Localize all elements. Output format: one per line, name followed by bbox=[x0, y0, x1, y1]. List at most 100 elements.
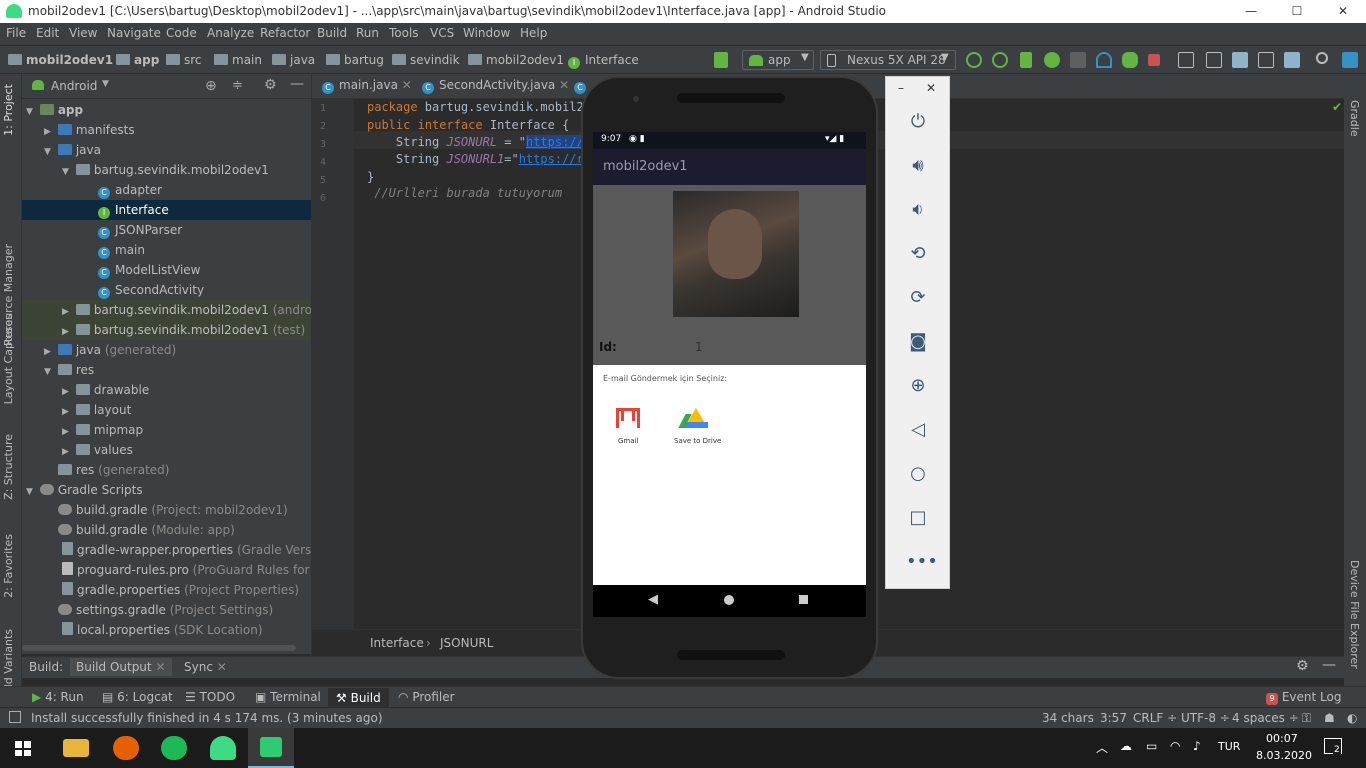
search-icon[interactable] bbox=[1316, 52, 1328, 64]
tree-item-package[interactable]: ▼ bartug.sevindik.mobil2odev1 bbox=[22, 160, 311, 180]
collapse-all-icon[interactable]: ≑ bbox=[232, 78, 243, 93]
menu-tools[interactable]: Tools bbox=[389, 26, 419, 40]
horizontal-scrollbar[interactable] bbox=[22, 645, 296, 651]
tab-build-output[interactable]: Build Output ✕ bbox=[70, 658, 172, 676]
tree-item-manifests[interactable]: ▶ manifests bbox=[22, 120, 311, 140]
menu-help[interactable]: Help bbox=[520, 26, 547, 40]
menu-navigate[interactable]: Navigate bbox=[107, 26, 161, 40]
tree-item-res[interactable]: ▼ res bbox=[22, 360, 311, 380]
indent-setting[interactable]: 4 spaces ÷ bbox=[1232, 711, 1299, 725]
close-tab-icon[interactable]: ✕ bbox=[217, 660, 227, 674]
line-separator[interactable]: CRLF ÷ bbox=[1133, 711, 1177, 725]
menu-view[interactable]: View bbox=[69, 26, 97, 40]
locate-icon[interactable]: ⊕ bbox=[205, 78, 217, 94]
hide-panel-icon[interactable]: — bbox=[1322, 657, 1336, 673]
tool-logcat[interactable]: ▤ 6: Logcat bbox=[102, 690, 173, 704]
close-tab-icon[interactable]: ✕ bbox=[559, 78, 569, 92]
menu-analyze[interactable]: Analyze bbox=[207, 26, 254, 40]
maximize-button[interactable]: ☐ bbox=[1274, 0, 1320, 23]
power-icon[interactable]: ⏻ bbox=[906, 111, 930, 133]
tab-build-variants[interactable]: ld Variants bbox=[2, 629, 15, 687]
phone-screen[interactable]: 9:07 ◉ ▮ ▾◢ ▮ mobil2odev1 Id: 1 E-mail G… bbox=[593, 132, 866, 617]
tree-item-app[interactable]: ▼ app bbox=[22, 100, 311, 120]
home-icon[interactable]: ○ bbox=[906, 463, 930, 485]
android-studio-taskbar-icon[interactable] bbox=[210, 736, 236, 760]
tree-item-build-gradle-module[interactable]: build.gradle (Module: app) bbox=[22, 520, 311, 540]
tab-device-file-explorer[interactable]: Device File Explorer bbox=[1348, 560, 1361, 669]
tab-main-java[interactable]: Cmain.java ✕ bbox=[322, 78, 412, 94]
spotify-icon[interactable] bbox=[161, 736, 187, 760]
tree-item-package-test[interactable]: ▶ bartug.sevindik.mobil2odev1 (test) bbox=[22, 320, 311, 340]
attach-debugger-icon[interactable] bbox=[1122, 52, 1138, 68]
caret-position[interactable]: 3:57 bbox=[1100, 711, 1127, 725]
make-project-icon[interactable] bbox=[714, 52, 728, 68]
stop-icon[interactable] bbox=[1148, 54, 1160, 66]
gear-icon[interactable]: ⚙ bbox=[264, 77, 277, 93]
tree-item-main[interactable]: Cmain bbox=[22, 240, 311, 260]
file-explorer-icon[interactable] bbox=[63, 739, 89, 757]
breadcrumb-interface[interactable]: Interface bbox=[370, 636, 424, 650]
menu-vcs[interactable]: VCS bbox=[430, 26, 454, 40]
tab-layout-captures[interactable]: Layout Captures bbox=[2, 314, 15, 404]
code-line-6[interactable]: //Urlleri burada tutuyorum bbox=[367, 186, 562, 200]
lock-icon[interactable]: ⚿ bbox=[1302, 711, 1311, 726]
menu-refactor[interactable]: Refactor bbox=[260, 26, 310, 40]
windows-start-icon[interactable] bbox=[15, 741, 31, 756]
tool-terminal[interactable]: ▣ Terminal bbox=[255, 690, 321, 704]
battery-icon[interactable]: ▭ bbox=[1146, 739, 1157, 753]
crumb-bartug[interactable]: bartug bbox=[326, 53, 384, 67]
close-button[interactable]: ✕ bbox=[1320, 0, 1366, 23]
chooser-option-drive[interactable]: Save to Drive bbox=[671, 405, 721, 450]
crumb-sevindik[interactable]: sevindik bbox=[392, 53, 460, 67]
breadcrumb-jsonurl[interactable]: JSONURL bbox=[440, 636, 493, 650]
event-log[interactable]: 9 Event Log bbox=[1266, 690, 1341, 705]
volume-down-icon[interactable]: 🔉︎ bbox=[906, 199, 930, 221]
tree-item-res-generated[interactable]: res (generated) bbox=[22, 460, 311, 480]
apply-changes-icon[interactable] bbox=[966, 52, 982, 68]
rotate-left-icon[interactable]: ⟲ bbox=[906, 243, 930, 265]
wifi-icon[interactable]: ◠ bbox=[1170, 739, 1180, 753]
crumb-app[interactable]: app bbox=[116, 53, 159, 67]
tree-item-interface[interactable]: I Interface bbox=[22, 200, 311, 220]
tool-todo[interactable]: ☰ TODO bbox=[185, 690, 235, 704]
status-panel-icon[interactable] bbox=[9, 711, 21, 723]
tree-item-layout[interactable]: ▶ layout bbox=[22, 400, 311, 420]
file-encoding[interactable]: UTF-8 ÷ bbox=[1181, 711, 1230, 725]
tool-run[interactable]: ▶ 4: Run bbox=[32, 690, 84, 704]
project-structure-icon[interactable] bbox=[1284, 52, 1300, 68]
hide-icon[interactable]: — bbox=[290, 76, 304, 92]
camera-screenshot-icon[interactable]: ◙ bbox=[906, 331, 930, 353]
crumb-main[interactable]: main bbox=[214, 53, 262, 67]
active-app-tab[interactable] bbox=[248, 728, 294, 768]
tree-item-gradle-properties[interactable]: gradle.properties (Project Properties) bbox=[22, 580, 311, 600]
menu-build[interactable]: Build bbox=[317, 26, 347, 40]
volume-icon[interactable]: ♪ bbox=[1193, 739, 1201, 753]
zoom-icon[interactable]: ⊕ bbox=[906, 375, 930, 397]
tree-item-mipmap[interactable]: ▶ mipmap bbox=[22, 420, 311, 440]
tab-structure[interactable]: Z: Structure bbox=[2, 434, 15, 500]
crumb-project[interactable]: mobil2odev1 bbox=[8, 53, 113, 67]
chevron-down-icon[interactable]: ▼ bbox=[102, 79, 109, 89]
tree-item-settings-gradle[interactable]: settings.gradle (Project Settings) bbox=[22, 600, 311, 620]
profile-icon[interactable] bbox=[1096, 52, 1112, 68]
more-icon[interactable]: ••• bbox=[906, 551, 938, 573]
tree-item-secondactivity[interactable]: C SecondActivity bbox=[22, 280, 311, 300]
recents-nav-icon[interactable] bbox=[799, 595, 808, 604]
close-tab-icon[interactable]: ✕ bbox=[402, 78, 412, 92]
tree-item-values[interactable]: ▶ values bbox=[22, 440, 311, 460]
search-everywhere-icon[interactable] bbox=[1342, 52, 1358, 68]
menu-run[interactable]: Run bbox=[356, 26, 379, 40]
crumb-src[interactable]: src bbox=[166, 53, 202, 67]
apply-code-changes-icon[interactable] bbox=[992, 52, 1008, 68]
gear-icon[interactable]: ⚙ bbox=[1296, 658, 1309, 674]
code-line-1[interactable]: package bartug.sevindik.mobil2o bbox=[367, 100, 591, 114]
code-line-3[interactable]: String JSONURL = "https://r bbox=[367, 135, 591, 149]
menu-window[interactable]: Window bbox=[463, 26, 510, 40]
tree-item-build-gradle-project[interactable]: build.gradle (Project: mobil2odev1) bbox=[22, 500, 311, 520]
tab-gradle[interactable]: Gradle bbox=[1348, 100, 1361, 137]
tree-item-gradle-scripts[interactable]: ▼ Gradle Scripts bbox=[22, 480, 311, 500]
firefox-icon[interactable] bbox=[113, 736, 139, 760]
emulator-minimize-button[interactable]: – bbox=[898, 81, 904, 95]
run-icon[interactable] bbox=[1020, 52, 1032, 68]
tree-item-package-androidtest[interactable]: ▶ bartug.sevindik.mobil2odev1 (androidTe bbox=[22, 300, 311, 320]
